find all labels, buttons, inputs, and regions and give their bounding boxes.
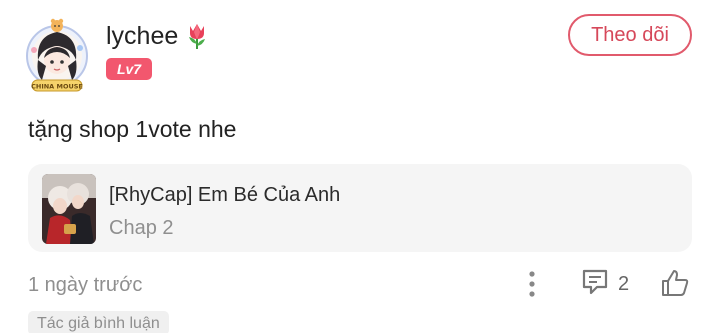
- timestamp: 1 ngày trước: [28, 274, 143, 296]
- avatar-image: CHINA MOUSE: [26, 18, 88, 92]
- story-chapter: Chap 2: [109, 217, 174, 239]
- username[interactable]: lychee: [106, 22, 178, 51]
- svg-text:CHINA MOUSE: CHINA MOUSE: [31, 83, 83, 91]
- avatar[interactable]: CHINA MOUSE: [24, 14, 90, 94]
- story-title: [RhyCap] Em Bé Của Anh: [109, 184, 341, 206]
- username-row: lychee: [106, 20, 210, 52]
- more-vertical-icon[interactable]: [520, 268, 544, 300]
- reply-count: 2: [618, 272, 630, 295]
- reply-button[interactable]: 2: [580, 268, 629, 300]
- author-comment-tag: Tác giả bình luận: [28, 311, 169, 333]
- tulip-icon: [184, 22, 210, 50]
- comment-icon: [580, 267, 610, 302]
- level-badge: Lv7: [106, 58, 152, 80]
- thumbs-up-icon[interactable]: [658, 266, 692, 300]
- follow-button[interactable]: Theo dõi: [568, 14, 692, 56]
- story-card[interactable]: [RhyCap] Em Bé Của Anh Chap 2: [28, 164, 692, 252]
- story-thumbnail: [42, 174, 96, 244]
- comment-text: tặng shop 1vote nhe: [28, 116, 237, 142]
